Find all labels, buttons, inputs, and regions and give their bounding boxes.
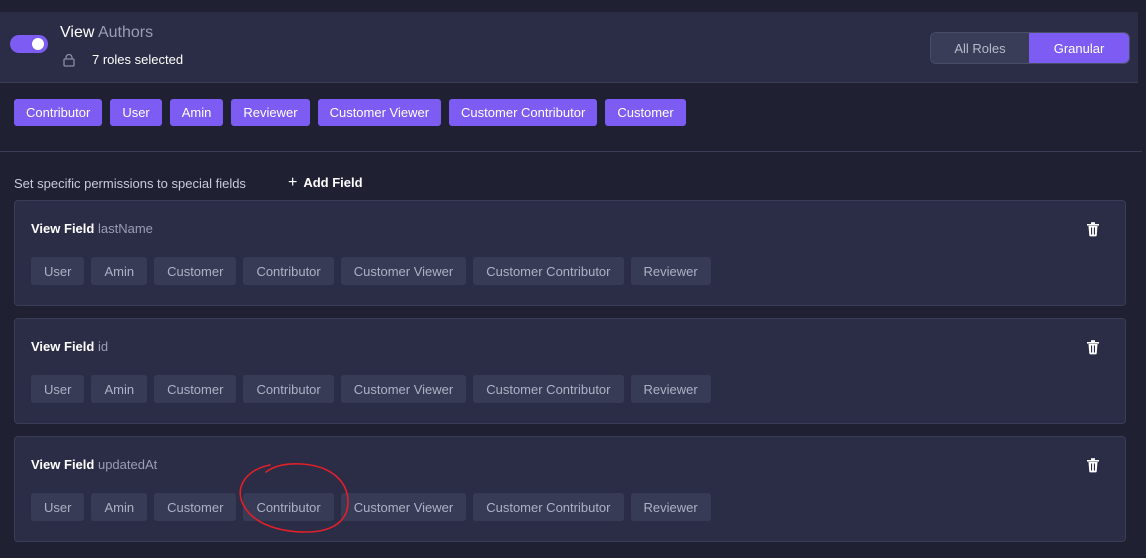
- role-chip[interactable]: Reviewer: [231, 99, 310, 126]
- field-title: View Field updatedAt: [31, 457, 157, 472]
- lock-icon: [63, 53, 75, 67]
- permission-title: View Authors: [60, 24, 153, 42]
- role-option[interactable]: Contributor: [243, 375, 334, 403]
- role-option[interactable]: Customer Viewer: [340, 257, 467, 285]
- field-prefix: View Field: [31, 221, 95, 236]
- add-field-button[interactable]: + Add Field: [288, 174, 363, 191]
- trash-icon[interactable]: [1085, 339, 1101, 355]
- role-option[interactable]: Amin: [91, 375, 148, 403]
- roles-selected-count: 7 roles selected: [92, 52, 184, 67]
- field-card: View Field updatedAt User Amin Customer …: [14, 436, 1126, 542]
- role-chip[interactable]: Contributor: [14, 99, 103, 126]
- role-option[interactable]: User: [31, 375, 85, 403]
- field-card: View Field id User Amin Customer Contrib…: [14, 318, 1126, 424]
- permission-header: View Authors 7 roles selected All Roles …: [0, 12, 1138, 83]
- role-chip[interactable]: Customer: [605, 99, 686, 126]
- role-option[interactable]: User: [31, 257, 85, 285]
- role-option[interactable]: Customer: [154, 493, 237, 521]
- view-toggle[interactable]: [10, 35, 48, 53]
- role-option[interactable]: Customer: [154, 375, 237, 403]
- role-option[interactable]: Contributor: [243, 493, 334, 521]
- all-roles-button[interactable]: All Roles: [931, 33, 1029, 63]
- field-name: updatedAt: [97, 457, 158, 472]
- title-action: View: [60, 24, 95, 41]
- field-title: View Field id: [31, 339, 108, 354]
- role-option[interactable]: Reviewer: [630, 257, 711, 285]
- role-chip[interactable]: Customer Contributor: [449, 99, 598, 126]
- role-option[interactable]: Amin: [91, 493, 148, 521]
- role-option[interactable]: Customer Viewer: [340, 375, 467, 403]
- role-option[interactable]: Customer Contributor: [473, 375, 624, 403]
- trash-icon[interactable]: [1085, 457, 1101, 473]
- role-option[interactable]: Contributor: [243, 257, 334, 285]
- selected-roles: Contributor User Amin Reviewer Customer …: [14, 99, 686, 126]
- role-option[interactable]: Customer: [154, 257, 237, 285]
- field-roles: User Amin Customer Contributor Customer …: [31, 493, 711, 521]
- divider: [0, 151, 1142, 152]
- role-chip[interactable]: Customer Viewer: [317, 99, 442, 126]
- role-option[interactable]: User: [31, 493, 85, 521]
- role-option[interactable]: Customer Viewer: [340, 493, 467, 521]
- plus-icon: +: [288, 174, 298, 191]
- field-title: View Field lastName: [31, 221, 153, 236]
- title-entity: Authors: [97, 24, 154, 41]
- field-card: View Field lastName User Amin Customer C…: [14, 200, 1126, 306]
- field-roles: User Amin Customer Contributor Customer …: [31, 375, 711, 403]
- role-option[interactable]: Customer Contributor: [473, 493, 624, 521]
- field-roles: User Amin Customer Contributor Customer …: [31, 257, 711, 285]
- special-fields-text: Set specific permissions to special fiel…: [14, 176, 246, 191]
- role-option[interactable]: Reviewer: [630, 493, 711, 521]
- granular-button[interactable]: Granular: [1029, 33, 1129, 63]
- field-name: lastName: [97, 221, 153, 236]
- toggle-knob: [32, 38, 44, 50]
- role-option[interactable]: Amin: [91, 257, 148, 285]
- role-chip[interactable]: User: [110, 99, 162, 126]
- role-option[interactable]: Reviewer: [630, 375, 711, 403]
- add-field-label: Add Field: [303, 175, 363, 190]
- role-chip[interactable]: Amin: [169, 99, 224, 126]
- mode-switch: All Roles Granular: [930, 32, 1130, 64]
- trash-icon[interactable]: [1085, 221, 1101, 237]
- field-name: id: [97, 339, 109, 354]
- field-prefix: View Field: [31, 457, 95, 472]
- role-option[interactable]: Customer Contributor: [473, 257, 624, 285]
- field-prefix: View Field: [31, 339, 95, 354]
